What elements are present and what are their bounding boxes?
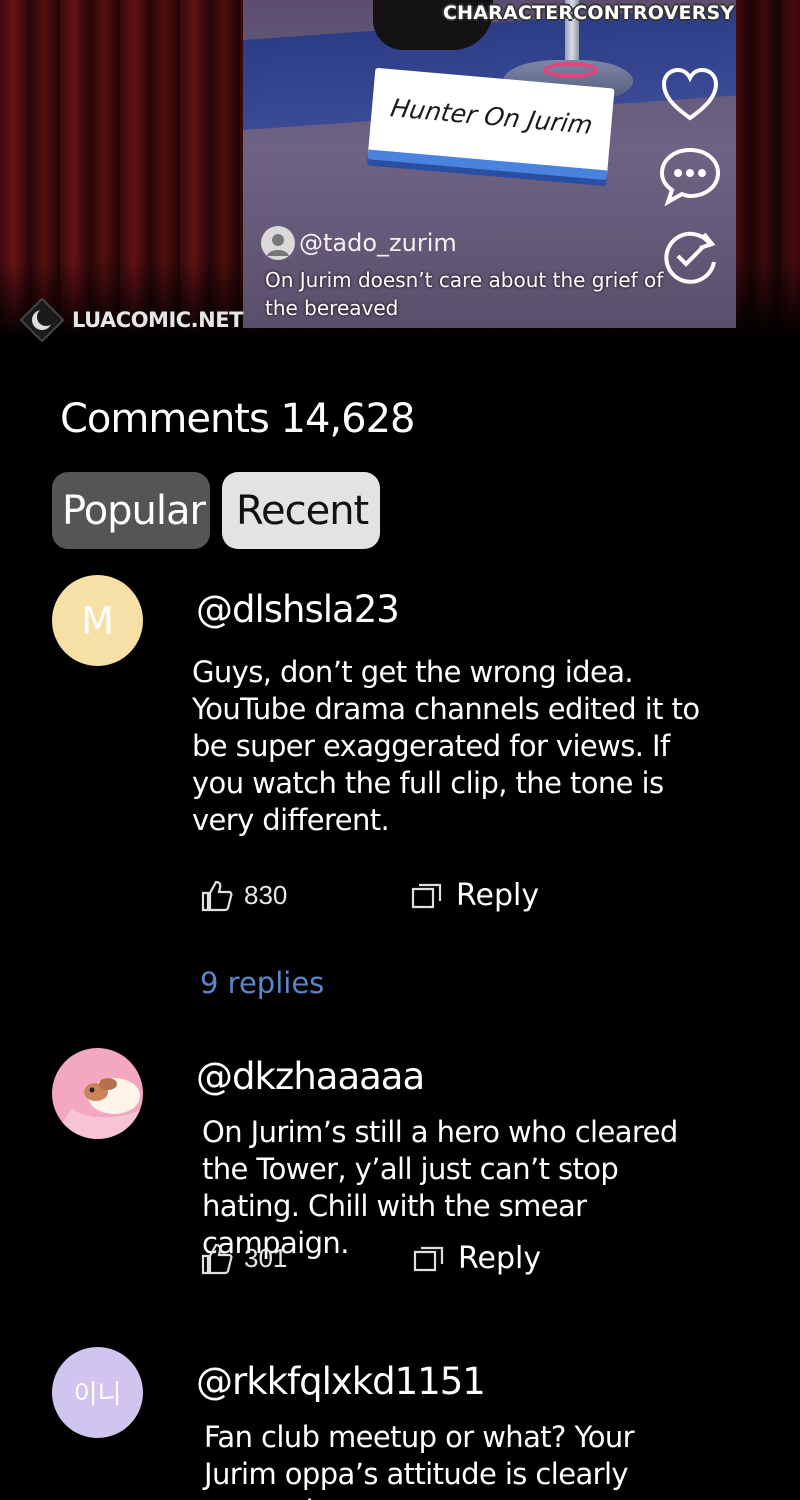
- reply-bubble-icon[interactable]: [412, 1242, 446, 1276]
- reply-bubble-icon[interactable]: [410, 879, 444, 913]
- microphone-ring: [543, 62, 598, 78]
- video-author[interactable]: @tado_zurim: [261, 226, 457, 260]
- dog-photo-icon: [52, 1078, 140, 1139]
- comment-username[interactable]: @dlshsla23: [196, 588, 400, 631]
- like-count: 301: [244, 1243, 288, 1273]
- comments-count-heading: Comments 14,628: [60, 396, 415, 442]
- user-silhouette-icon: [261, 226, 295, 260]
- comment-text: Fan club meetup or what? Your Jurim oppa…: [204, 1420, 635, 1500]
- comment-actions: 301 Reply: [200, 1241, 541, 1276]
- avatar[interactable]: [52, 1048, 143, 1139]
- view-replies-link[interactable]: 9 replies: [200, 966, 324, 1000]
- tab-recent[interactable]: Recent: [222, 472, 380, 549]
- thumbs-up-icon[interactable]: [200, 879, 234, 913]
- avatar-initial: 이니: [73, 1380, 122, 1410]
- comment-bubble-icon[interactable]: [658, 144, 722, 208]
- avatar-initial: M: [81, 598, 114, 643]
- comment-actions: 830 Reply: [200, 878, 539, 913]
- reply-button[interactable]: Reply: [458, 1241, 541, 1276]
- like-count: 830: [244, 880, 288, 910]
- comment-sort-tabs: Popular Recent: [52, 472, 392, 549]
- top-banner: Hunter On Jurim CHARACTERCONTROVERSY @ta…: [0, 0, 800, 342]
- comment-username[interactable]: @rkkfqlxkd1151: [196, 1360, 486, 1403]
- tab-popular[interactable]: Popular: [52, 472, 210, 549]
- heart-icon[interactable]: [658, 64, 722, 128]
- nameplate-text: Hunter On Jurim: [388, 93, 596, 140]
- reply-button[interactable]: Reply: [456, 878, 539, 913]
- comment-text: Guys, don’t get the wrong idea. YouTube …: [192, 655, 700, 837]
- video-author-handle: @tado_zurim: [299, 229, 457, 257]
- avatar[interactable]: M: [52, 575, 143, 666]
- video-frame[interactable]: Hunter On Jurim CHARACTERCONTROVERSY @ta…: [243, 0, 736, 328]
- avatar[interactable]: 이니: [52, 1347, 143, 1438]
- comment-username[interactable]: @dkzhaaaaa: [196, 1055, 425, 1098]
- thumbs-up-icon[interactable]: [200, 1242, 234, 1276]
- comment-text: On Jurim’s still a hero who cleared the …: [202, 1115, 678, 1260]
- nameplate: Hunter On Jurim: [367, 67, 615, 181]
- video-caption: On Jurim doesn’t care about the grief of…: [265, 268, 664, 320]
- site-watermark: LUACOMIC.NET: [20, 298, 243, 342]
- watermark-text: LUACOMIC.NET: [72, 308, 243, 332]
- video-tagline: CHARACTERCONTROVERSY: [443, 2, 735, 24]
- moon-logo-icon: [20, 298, 64, 342]
